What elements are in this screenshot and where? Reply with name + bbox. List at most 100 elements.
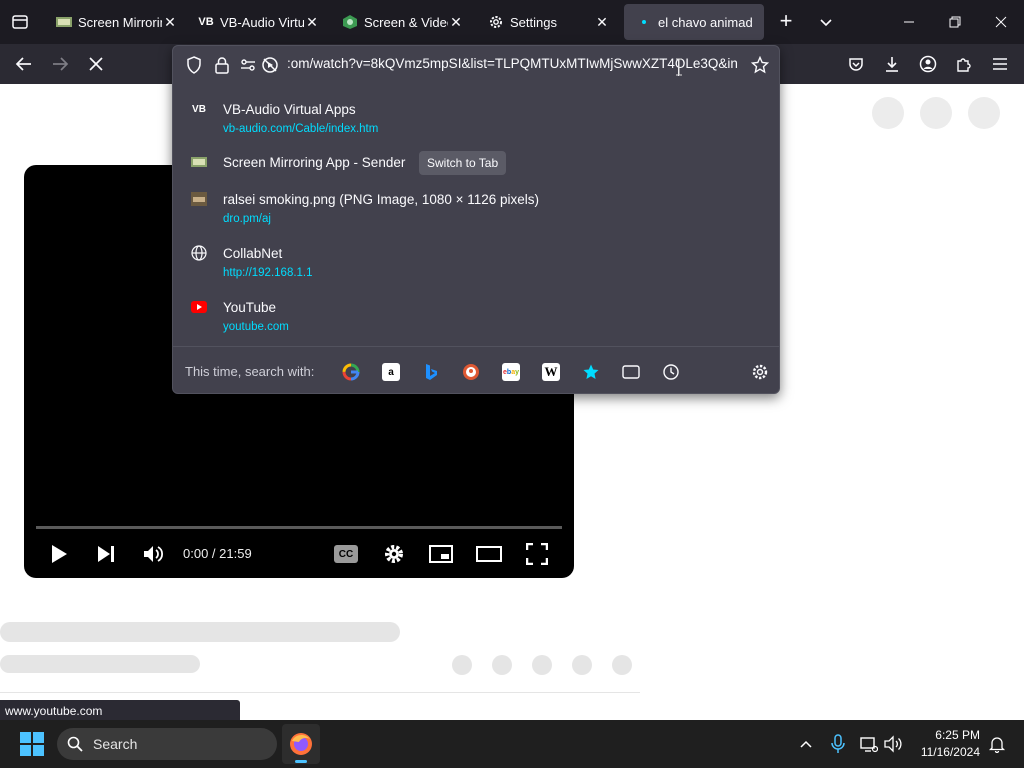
restore-button[interactable]: [932, 0, 978, 44]
network-icon[interactable]: [860, 735, 879, 753]
url-bar[interactable]: :om/watch?v=8kQVmz5mpSI&list=TLPQMTUxMTI…: [173, 46, 779, 84]
search-with-label: This time, search with:: [185, 364, 315, 379]
autoplay-blocked-icon[interactable]: [261, 56, 279, 74]
action-skeleton: [572, 655, 592, 675]
tabs-icon[interactable]: [622, 363, 640, 381]
close-window-button[interactable]: [978, 0, 1024, 44]
pocket-icon[interactable]: [844, 52, 868, 76]
ebay-icon[interactable]: ebay: [502, 363, 520, 381]
tab-screen-video[interactable]: Screen & Video ✕: [330, 4, 470, 40]
running-indicator: [295, 760, 307, 763]
captions-button[interactable]: CC: [334, 545, 358, 563]
suggestion-row[interactable]: VB VB-Audio Virtual Apps vb-audio.com/Ca…: [181, 94, 771, 142]
suggestion-row[interactable]: YouTube youtube.com: [181, 292, 771, 340]
suggestion-row[interactable]: CollabNet http://192.168.1.1: [181, 238, 771, 286]
action-skeleton: [532, 655, 552, 675]
volume-icon[interactable]: [140, 542, 166, 566]
screen-mirroring-icon: [56, 14, 72, 30]
search-settings-gear-icon[interactable]: [751, 363, 769, 381]
close-tab-icon[interactable]: ✕: [162, 14, 178, 31]
history-clock-icon[interactable]: [662, 363, 680, 381]
next-icon[interactable]: [93, 542, 119, 566]
tab-vb-audio[interactable]: VB VB-Audio Virtual ✕: [186, 4, 326, 40]
menu-hamburger-icon[interactable]: [988, 52, 1012, 76]
volume-tray-icon[interactable]: [884, 735, 904, 753]
action-skeleton: [612, 655, 632, 675]
bookmark-star-icon[interactable]: [750, 55, 770, 74]
tab-title: Screen Mirroring: [78, 14, 162, 30]
suggestion-title: YouTube: [223, 300, 277, 315]
google-icon[interactable]: [342, 363, 360, 381]
divider: [0, 692, 640, 693]
suggestion-row[interactable]: ralsei smoking.png (PNG Image, 1080 × 11…: [181, 184, 771, 232]
image-icon: [191, 191, 207, 207]
tab-title: Settings: [510, 14, 557, 30]
tab-strip: Screen Mirroring ✕ VB VB-Audio Virtual ✕…: [0, 0, 1024, 44]
clock-time[interactable]: 6:25 PM: [920, 728, 980, 742]
loading-dot-icon: [636, 14, 652, 30]
clock-date[interactable]: 11/16/2024: [912, 745, 980, 759]
mouse-ibeam-cursor: [676, 58, 682, 76]
miniplayer-icon[interactable]: [428, 542, 454, 566]
permissions-icon[interactable]: [239, 56, 257, 74]
title-skeleton: [0, 622, 400, 642]
stop-loading-icon[interactable]: [84, 52, 108, 76]
tab-overflow-chevron-icon[interactable]: [816, 12, 836, 32]
taskbar-search-box[interactable]: Search: [57, 728, 277, 760]
wikipedia-icon[interactable]: W: [542, 363, 560, 381]
theater-mode-icon[interactable]: [476, 542, 502, 566]
windows-start-icon[interactable]: [20, 732, 44, 756]
bing-icon[interactable]: [422, 363, 440, 381]
forward-arrow-icon[interactable]: [48, 52, 72, 76]
suggestion-title: ralsei smoking.png (PNG Image, 1080 × 11…: [223, 192, 540, 207]
tab-screen-mirroring[interactable]: Screen Mirroring ✕: [44, 4, 184, 40]
tab-title: VB-Audio Virtual: [220, 14, 304, 30]
close-tab-icon[interactable]: ✕: [594, 14, 610, 31]
link-status-bar: www.youtube.com: [0, 700, 240, 721]
search-icon: [67, 736, 83, 757]
new-tab-button[interactable]: +: [776, 10, 796, 32]
duckduckgo-icon[interactable]: [462, 363, 480, 381]
tab-settings[interactable]: Settings ✕: [476, 4, 616, 40]
suggestion-url: http://192.168.1.1: [223, 267, 313, 279]
screen-mirroring-icon: [191, 154, 207, 170]
url-dropdown-panel: :om/watch?v=8kQVmz5mpSI&list=TLPQMTUxMTI…: [172, 45, 780, 394]
settings-gear-icon[interactable]: [381, 542, 407, 566]
suggestion-url: dro.pm/aj: [223, 213, 271, 225]
avatar-placeholder: [920, 97, 952, 129]
tab-title: el chavo animad: [658, 14, 753, 30]
globe-icon: [191, 245, 207, 261]
minimize-button[interactable]: [886, 0, 932, 44]
fullscreen-icon[interactable]: [524, 542, 550, 566]
video-time: 0:00 / 21:59: [183, 546, 252, 561]
screen-video-icon: [342, 14, 358, 30]
downloads-icon[interactable]: [880, 52, 904, 76]
vb-audio-icon: VB: [192, 103, 206, 115]
extensions-icon[interactable]: [952, 52, 976, 76]
tab-list-icon[interactable]: [10, 12, 30, 32]
account-icon[interactable]: [916, 52, 940, 76]
subtitle-skeleton: [0, 655, 200, 673]
notification-bell-icon[interactable]: [988, 735, 1006, 754]
avatar-placeholder: [968, 97, 1000, 129]
windows-taskbar: Search 6:25 PM 11/16/2024: [0, 720, 1024, 768]
amazon-icon[interactable]: a: [382, 363, 400, 381]
progress-bar[interactable]: [36, 526, 562, 529]
play-icon[interactable]: [46, 542, 72, 566]
gear-icon: [488, 14, 504, 30]
lock-icon[interactable]: [213, 56, 231, 74]
switch-to-tab-button[interactable]: Switch to Tab: [419, 151, 507, 175]
bookmarks-star-icon[interactable]: [582, 363, 600, 381]
tray-chevron-up-icon[interactable]: [798, 736, 814, 752]
youtube-icon: [191, 299, 207, 315]
tab-el-chavo[interactable]: el chavo animad: [624, 4, 764, 40]
suggestion-url: youtube.com: [223, 321, 289, 333]
close-tab-icon[interactable]: ✕: [304, 14, 320, 31]
close-tab-icon[interactable]: ✕: [448, 14, 464, 31]
microphone-icon[interactable]: [830, 734, 846, 754]
shield-icon[interactable]: [185, 56, 203, 74]
suggestion-url: vb-audio.com/Cable/index.htm: [223, 123, 379, 135]
firefox-taskbar-button[interactable]: [282, 724, 320, 764]
action-skeleton: [492, 655, 512, 675]
back-arrow-icon[interactable]: [12, 52, 36, 76]
